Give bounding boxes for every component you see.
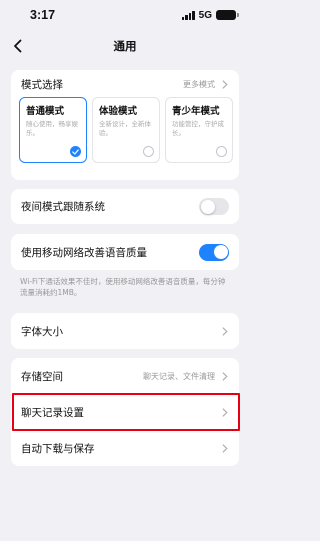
chevron-left-icon (14, 39, 22, 53)
mode-option-desc: 全新设计，全新体验。 (99, 120, 151, 137)
more-modes-label: 更多模式 (183, 79, 215, 89)
mobile-voice-toggle[interactable] (199, 243, 229, 261)
font-size-row[interactable]: 字体大小 (11, 313, 239, 349)
mode-select-header: 模式选择 更多模式 (11, 75, 239, 93)
mode-option-desc: 随心使用，畅享娱乐。 (26, 120, 78, 137)
auto-download-row[interactable]: 自动下载与保存 (11, 430, 239, 466)
mobile-voice-note: Wi-Fi下通话效果不佳时，使用移动网络改善语音质量，每分钟流量消耗约1MB。 (20, 277, 226, 297)
chevron-right-icon (221, 79, 229, 89)
mode-options: 普通模式 随心使用，畅享娱乐。 体验模式 全新设计，全新体验。 青少年模式 功能… (19, 97, 233, 163)
night-mode-label: 夜间模式跟随系统 (21, 201, 105, 213)
nav-bar: 通用 (0, 30, 250, 62)
back-button[interactable] (8, 36, 28, 56)
chevron-right-icon (221, 371, 229, 381)
radio-icon (143, 146, 154, 157)
signal-icon (181, 10, 195, 20)
night-mode-card: 夜间模式跟随系统 (11, 189, 239, 224)
font-size-label: 字体大小 (21, 325, 63, 338)
more-modes-link[interactable]: 更多模式 (183, 79, 229, 90)
toggle-knob (213, 245, 228, 259)
font-size-card: 字体大小 (11, 313, 239, 349)
page-title: 通用 (113, 39, 137, 53)
mobile-voice-card: 使用移动网络改善语音质量 (11, 234, 239, 270)
mode-option-title: 青少年模式 (172, 106, 220, 117)
highlight-box (12, 393, 240, 431)
status-bar: 3:17 5G (0, 0, 250, 30)
mode-option-desc: 功能管控，守护成长。 (172, 120, 224, 137)
status-icons: 5G (181, 9, 239, 21)
night-mode-toggle[interactable] (199, 198, 229, 215)
mode-option-experience[interactable]: 体验模式 全新设计，全新体验。 (92, 97, 160, 163)
mobile-voice-label: 使用移动网络改善语音质量 (21, 246, 147, 259)
night-mode-row: 夜间模式跟随系统 (11, 189, 239, 224)
check-icon (70, 146, 81, 157)
chevron-right-icon (221, 443, 229, 453)
mode-option-teen[interactable]: 青少年模式 功能管控，守护成长。 (165, 97, 233, 163)
storage-label: 存储空间 (21, 370, 63, 383)
mode-option-title: 体验模式 (99, 106, 138, 117)
mode-select-card: 模式选择 更多模式 普通模式 随心使用，畅享娱乐。 体验模式 全新设计，全新体验… (11, 70, 239, 180)
mode-select-label: 模式选择 (21, 78, 63, 91)
mode-option-title: 普通模式 (26, 106, 65, 117)
chevron-right-icon (221, 326, 229, 336)
storage-row[interactable]: 存储空间 聊天记录、文件清理 (11, 358, 239, 394)
network-type: 5G (198, 9, 212, 21)
toggle-knob (200, 199, 215, 214)
status-time: 3:17 (30, 8, 56, 22)
battery-icon (216, 10, 239, 20)
mode-option-normal[interactable]: 普通模式 随心使用，畅享娱乐。 (19, 97, 87, 163)
radio-icon (216, 146, 227, 157)
mobile-voice-row: 使用移动网络改善语音质量 (11, 234, 239, 270)
auto-download-label: 自动下载与保存 (21, 442, 95, 455)
storage-value: 聊天记录、文件清理 (143, 371, 215, 381)
